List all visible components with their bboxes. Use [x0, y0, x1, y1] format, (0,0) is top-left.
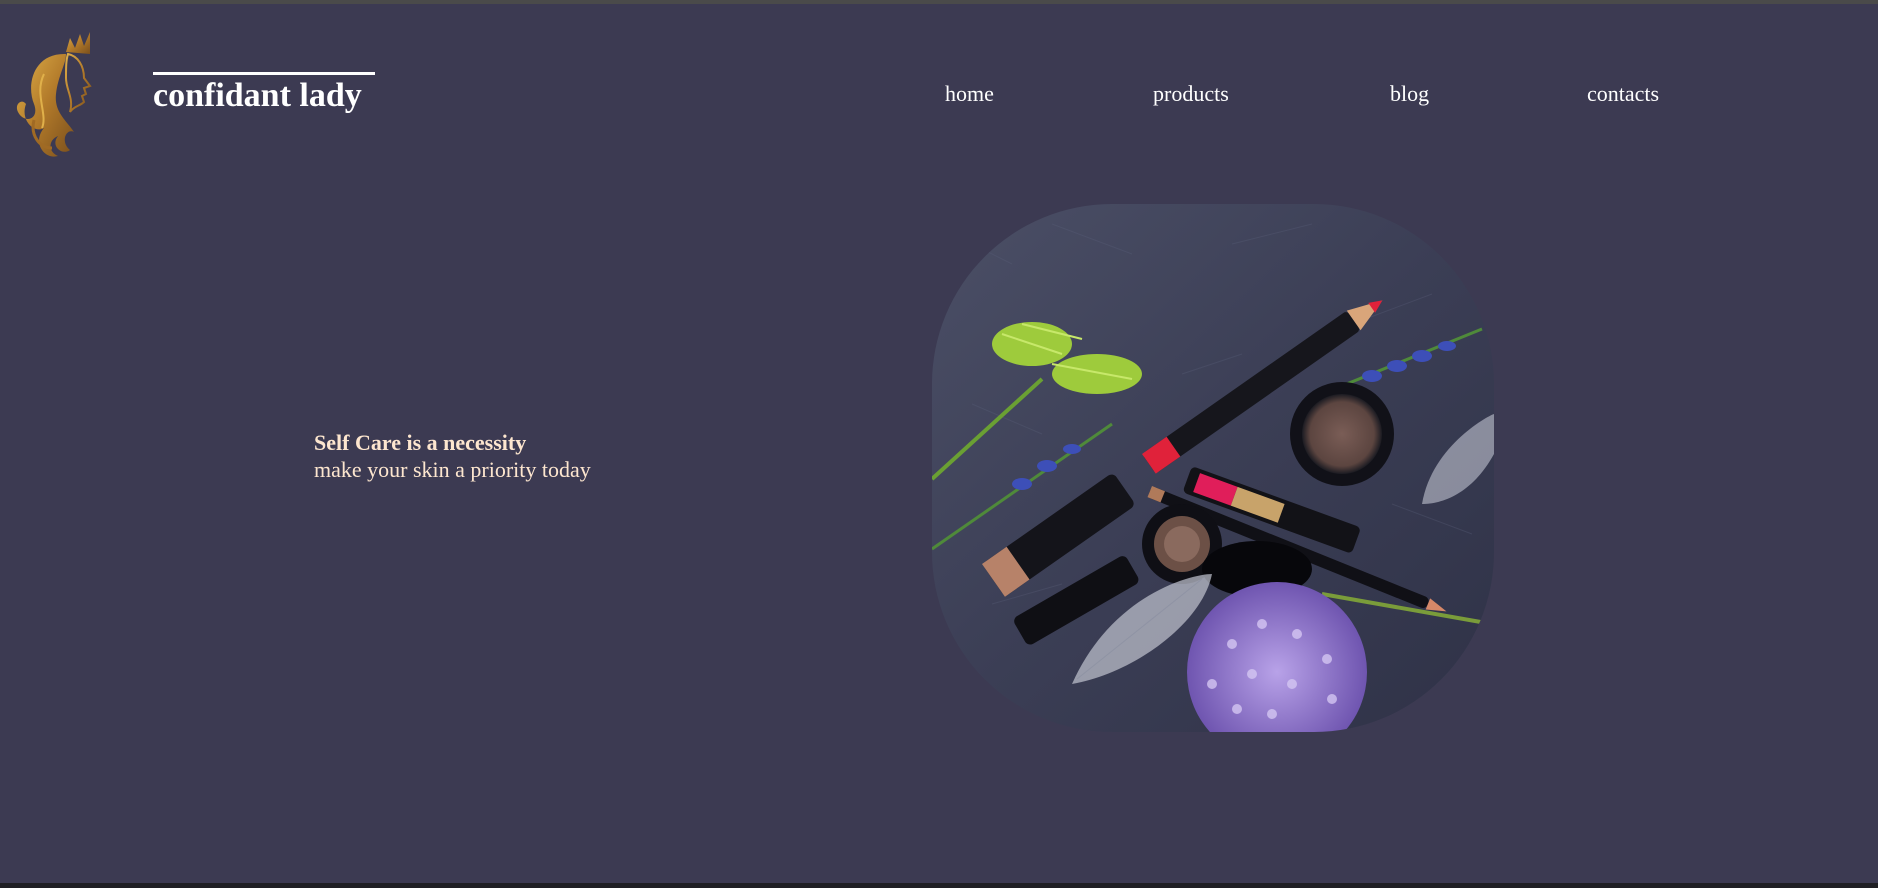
window-bottom-edge	[0, 883, 1878, 888]
logo-icon[interactable]	[4, 24, 110, 170]
nav-link-products[interactable]: products	[1153, 80, 1229, 108]
nav-link-home[interactable]: home	[945, 80, 994, 108]
hero-title: Self Care is a necessity	[314, 430, 527, 455]
cosmetics-flatlay-image	[932, 204, 1494, 732]
brand-underline	[153, 72, 375, 75]
nav-link-blog[interactable]: blog	[1390, 80, 1429, 108]
nav-link-contacts[interactable]: contacts	[1587, 80, 1659, 108]
window-top-edge	[0, 0, 1878, 4]
hero-subtitle: make your skin a priority today	[314, 457, 591, 482]
brand-name[interactable]: confidant lady	[153, 76, 362, 116]
